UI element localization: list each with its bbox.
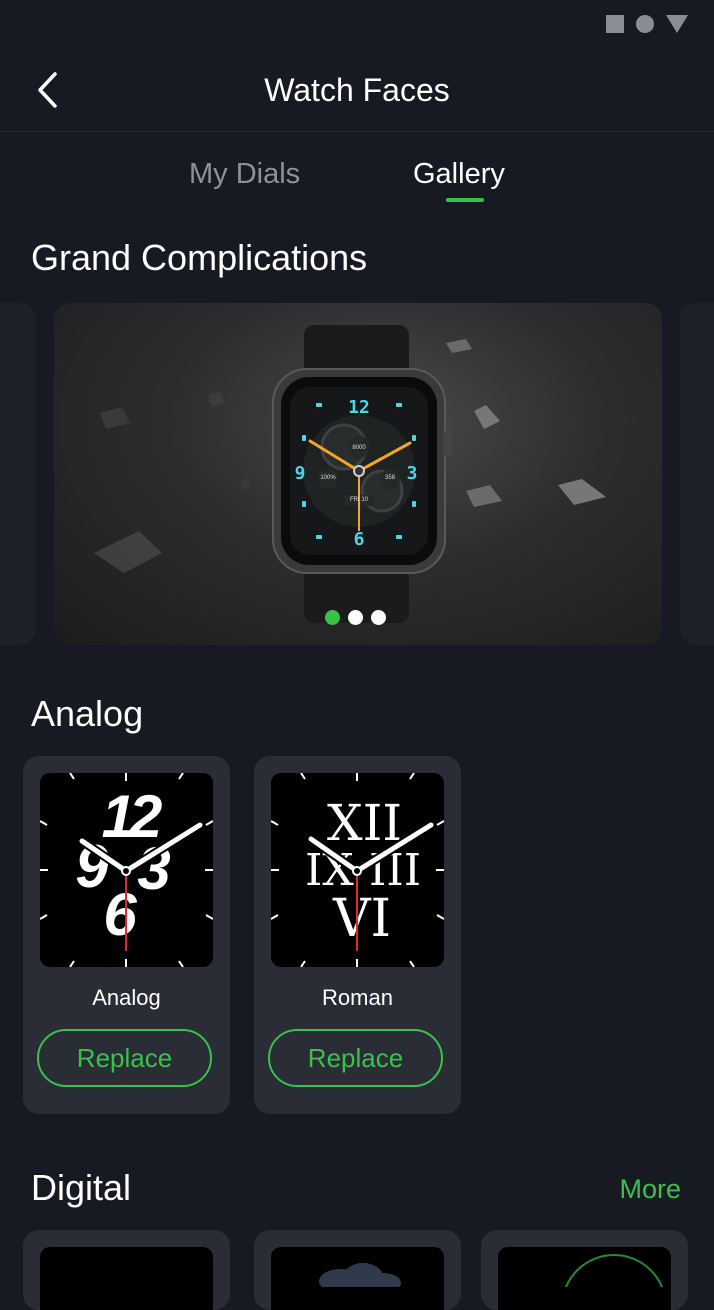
dial-preview-analog: 12 9 3 6 (40, 773, 213, 967)
analog-hands (77, 820, 205, 951)
section-title-grand-complications: Grand Complications (31, 237, 368, 278)
dial-card-roman[interactable]: XII IX III VI Roman Replace (254, 756, 461, 1114)
square-icon (606, 15, 624, 33)
carousel-next-card[interactable] (680, 303, 714, 645)
carousel-dot[interactable] (325, 610, 340, 625)
active-tab-indicator (446, 198, 484, 202)
dial-name: Roman (322, 985, 393, 1010)
page-title: Watch Faces (264, 72, 450, 108)
roman-hands (306, 820, 436, 951)
cloud-graphic (319, 1263, 401, 1287)
dial-card-digital[interactable] (254, 1230, 461, 1310)
carousel-dot[interactable] (371, 610, 386, 625)
dial-card-analog[interactable]: 12 9 3 6 Analog Replace (23, 756, 230, 1114)
header-divider (0, 131, 714, 132)
tab-my-dials[interactable]: My Dials (189, 154, 300, 194)
carousel-pagination (325, 610, 386, 625)
dial-card-digital[interactable] (481, 1230, 688, 1310)
replace-button[interactable]: Replace (268, 1029, 443, 1087)
featured-banner[interactable]: 12 3 6 9 8000 100% 358 FRI 10 (54, 303, 662, 645)
carousel-prev-card[interactable] (0, 303, 36, 645)
section-title-analog: Analog (31, 693, 144, 734)
dial-preview (498, 1247, 671, 1310)
carousel-dot[interactable] (348, 610, 363, 625)
ring-graphic (564, 1254, 664, 1287)
circle-icon (636, 15, 654, 33)
date-complication: FRI 10 (349, 497, 368, 503)
dial-numeral-6: 6 (353, 529, 365, 550)
dial-numeral-9: 9 (294, 463, 306, 484)
dial-card-digital[interactable] (23, 1230, 230, 1310)
status-bar-icons (606, 12, 688, 36)
triangle-icon (666, 15, 688, 33)
steps-complication: 8000 (352, 445, 366, 451)
replace-button[interactable]: Replace (37, 1029, 212, 1087)
dial-preview (271, 1247, 444, 1310)
section-title-digital: Digital (31, 1167, 132, 1208)
dial-numeral-12: 12 (348, 397, 370, 418)
dial-numeral-3: 3 (406, 463, 418, 484)
more-link[interactable]: More (619, 1172, 681, 1206)
dial-preview (40, 1247, 213, 1310)
watch-product-image (94, 325, 606, 623)
heart-rate-complication: 358 (384, 475, 395, 481)
dial-name: Analog (92, 985, 161, 1010)
battery-complication: 100% (320, 475, 336, 481)
dial-preview-roman: XII IX III VI (271, 773, 444, 967)
tab-gallery[interactable]: Gallery (413, 154, 505, 194)
